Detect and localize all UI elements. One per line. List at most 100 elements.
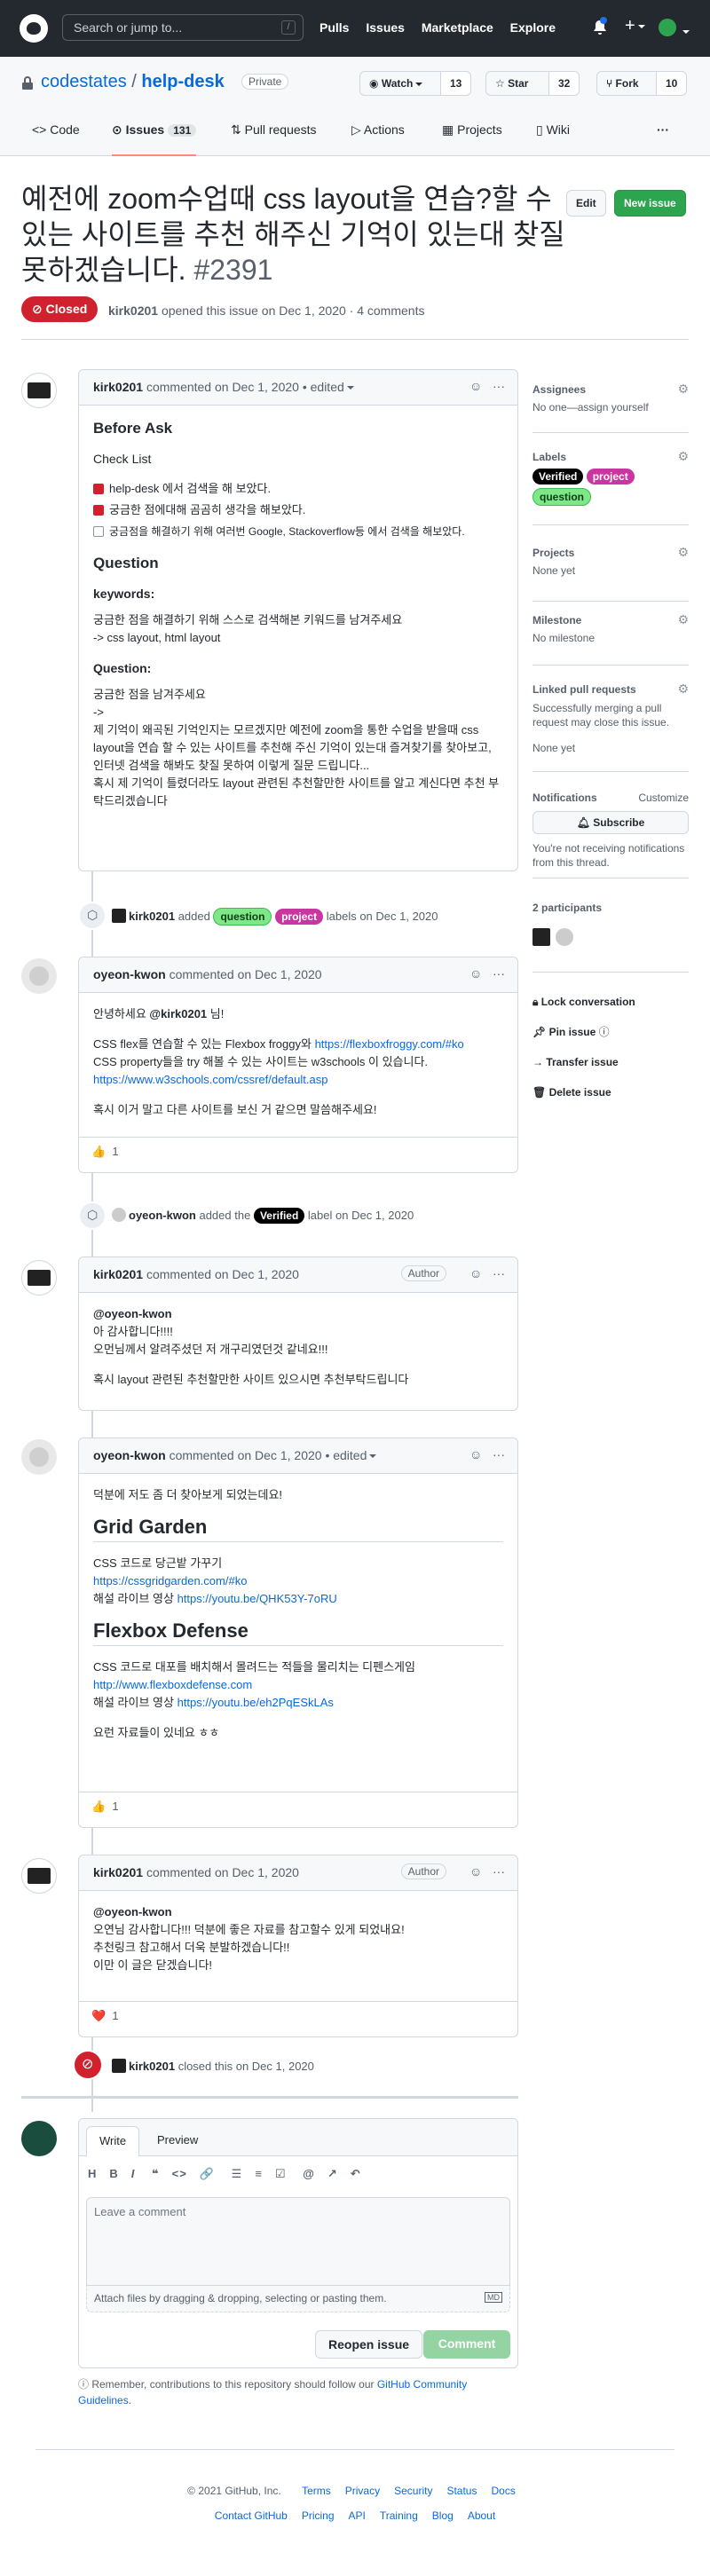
- tab-code[interactable]: <> Code: [32, 122, 80, 156]
- nav-marketplace[interactable]: Marketplace: [422, 20, 493, 35]
- unordered-list-icon[interactable]: ☰: [232, 2167, 243, 2180]
- cross-reference-icon[interactable]: ↗: [327, 2167, 338, 2180]
- pin-issue-link[interactable]: 📌︎ Pin issue ⓘ: [532, 1017, 689, 1047]
- heart-icon[interactable]: ❤️: [91, 2009, 106, 2022]
- tab-projects[interactable]: ▦ Projects: [442, 122, 502, 156]
- tab-actions[interactable]: ▷ Actions: [351, 122, 405, 156]
- tab-write[interactable]: Write: [86, 2126, 140, 2156]
- footer-link-blog[interactable]: Blog: [432, 2509, 454, 2522]
- comment-author-link[interactable]: kirk0201: [93, 380, 143, 394]
- footer-link-about[interactable]: About: [468, 2509, 495, 2522]
- assignees-value[interactable]: No one—assign yourself: [532, 401, 689, 414]
- tab-preview[interactable]: Preview: [145, 2126, 210, 2156]
- watch-count[interactable]: 13: [440, 71, 472, 96]
- gear-icon[interactable]: ⚙: [677, 681, 689, 697]
- label-verified[interactable]: Verified: [532, 469, 584, 484]
- user-avatar[interactable]: [659, 19, 676, 36]
- github-logo-icon[interactable]: [20, 14, 48, 43]
- avatar[interactable]: [21, 373, 57, 408]
- event-actor-link[interactable]: kirk0201: [129, 2060, 175, 2073]
- delete-issue-link[interactable]: 🗑︎ Delete issue: [532, 1077, 689, 1107]
- task-list-icon[interactable]: ☑: [275, 2167, 287, 2180]
- italic-icon[interactable]: I: [131, 2167, 136, 2180]
- label-project[interactable]: project: [586, 469, 635, 484]
- avatar[interactable]: [532, 928, 550, 946]
- avatar[interactable]: [112, 909, 126, 923]
- smiley-icon[interactable]: ☺: [469, 1447, 482, 1461]
- edit-title-button[interactable]: Edit: [566, 190, 606, 217]
- attach-files-area[interactable]: Attach files by dragging & dropping, sel…: [86, 2286, 510, 2312]
- customize-link[interactable]: Customize: [638, 792, 689, 804]
- label-verified[interactable]: Verified: [253, 1208, 305, 1224]
- avatar[interactable]: [112, 1208, 126, 1222]
- label-question[interactable]: question: [532, 488, 591, 506]
- comment-textarea[interactable]: Leave a comment: [86, 2197, 510, 2286]
- flexbox-defense-link[interactable]: http://www.flexboxdefense.com: [93, 1678, 252, 1691]
- avatar[interactable]: [21, 1858, 57, 1894]
- heading-icon[interactable]: H: [88, 2167, 97, 2180]
- fork-count[interactable]: 10: [656, 71, 688, 96]
- avatar[interactable]: [21, 1439, 57, 1475]
- gear-icon[interactable]: ⚙: [677, 382, 689, 397]
- kebab-menu-icon[interactable]: ···: [493, 379, 505, 393]
- label-question[interactable]: question: [213, 908, 272, 926]
- mention-link[interactable]: @kirk0201: [149, 1007, 207, 1020]
- avatar[interactable]: [21, 958, 57, 994]
- tab-wiki[interactable]: ▯ Wiki: [536, 122, 570, 156]
- mention-link[interactable]: @oyeon-kwon: [93, 1903, 503, 1921]
- footer-link-status[interactable]: Status: [446, 2485, 477, 2497]
- comment-author-link[interactable]: kirk0201: [93, 1865, 143, 1879]
- footer-link-security[interactable]: Security: [394, 2485, 432, 2497]
- gear-icon[interactable]: ⚙: [677, 612, 689, 627]
- comment-author-link[interactable]: oyeon-kwon: [93, 967, 166, 981]
- smiley-icon[interactable]: ☺: [469, 966, 482, 981]
- nav-explore[interactable]: Explore: [510, 20, 556, 35]
- markdown-icon[interactable]: MD: [485, 2292, 502, 2303]
- subscribe-button[interactable]: 🔔︎ Subscribe: [532, 811, 689, 834]
- avatar[interactable]: [112, 2059, 126, 2073]
- code-icon[interactable]: <>: [172, 2167, 187, 2180]
- repo-name-link[interactable]: help-desk: [141, 72, 224, 91]
- nav-issues[interactable]: Issues: [366, 20, 405, 35]
- comment-author-link[interactable]: oyeon-kwon: [93, 1448, 166, 1462]
- grid-garden-link[interactable]: https://cssgridgarden.com/#ko: [93, 1574, 247, 1587]
- mention-icon[interactable]: @: [303, 2167, 315, 2180]
- footer-link-pricing[interactable]: Pricing: [302, 2509, 335, 2522]
- avatar[interactable]: [21, 1260, 57, 1296]
- comment-author-link[interactable]: kirk0201: [93, 1267, 143, 1281]
- repo-owner-link[interactable]: codestates: [41, 72, 127, 91]
- kebab-menu-icon[interactable]: ···: [493, 1864, 505, 1879]
- tab-issues[interactable]: ⊙ Issues 131: [112, 122, 197, 156]
- avatar[interactable]: [21, 2121, 57, 2156]
- smiley-icon[interactable]: ☺: [469, 1266, 482, 1280]
- create-new-plus-icon[interactable]: +: [625, 16, 645, 36]
- kebab-menu-icon[interactable]: ···: [493, 966, 505, 981]
- tab-pull-requests[interactable]: ⇅ Pull requests: [231, 122, 317, 156]
- star-count[interactable]: 32: [548, 71, 580, 96]
- footer-link-contact[interactable]: Contact GitHub: [215, 2509, 288, 2522]
- gear-icon[interactable]: ⚙: [677, 449, 689, 464]
- footer-link-api[interactable]: API: [349, 2509, 366, 2522]
- flexbox-defense-video-link[interactable]: https://youtu.be/eh2PqESkLAs: [178, 1696, 334, 1709]
- smiley-icon[interactable]: ☺: [469, 379, 482, 393]
- issue-author-link[interactable]: kirk0201: [108, 303, 158, 318]
- fork-button[interactable]: ⑂ Fork: [596, 71, 657, 96]
- transfer-issue-link[interactable]: → Transfer issue: [532, 1047, 689, 1077]
- new-issue-button[interactable]: New issue: [614, 190, 686, 217]
- comment-button[interactable]: Comment: [423, 2330, 510, 2359]
- label-project[interactable]: project: [275, 909, 324, 925]
- thumbs-up-icon[interactable]: 👍: [91, 1800, 106, 1813]
- event-actor-link[interactable]: kirk0201: [129, 910, 175, 923]
- mention-link[interactable]: @oyeon-kwon: [93, 1305, 503, 1323]
- search-input[interactable]: Search or jump to... /: [62, 14, 304, 41]
- more-tabs-icon[interactable]: ···: [657, 122, 669, 156]
- kebab-menu-icon[interactable]: ···: [493, 1447, 505, 1461]
- star-button[interactable]: ☆ Star: [485, 71, 549, 96]
- footer-link-terms[interactable]: Terms: [302, 2485, 331, 2497]
- footer-link-training[interactable]: Training: [380, 2509, 418, 2522]
- reopen-issue-button[interactable]: Reopen issue: [315, 2330, 423, 2359]
- avatar-caret-icon[interactable]: [680, 24, 690, 38]
- reply-icon[interactable]: ↶: [351, 2167, 361, 2180]
- grid-garden-video-link[interactable]: https://youtu.be/QHK53Y-7oRU: [178, 1592, 337, 1605]
- nav-pulls[interactable]: Pulls: [320, 20, 349, 35]
